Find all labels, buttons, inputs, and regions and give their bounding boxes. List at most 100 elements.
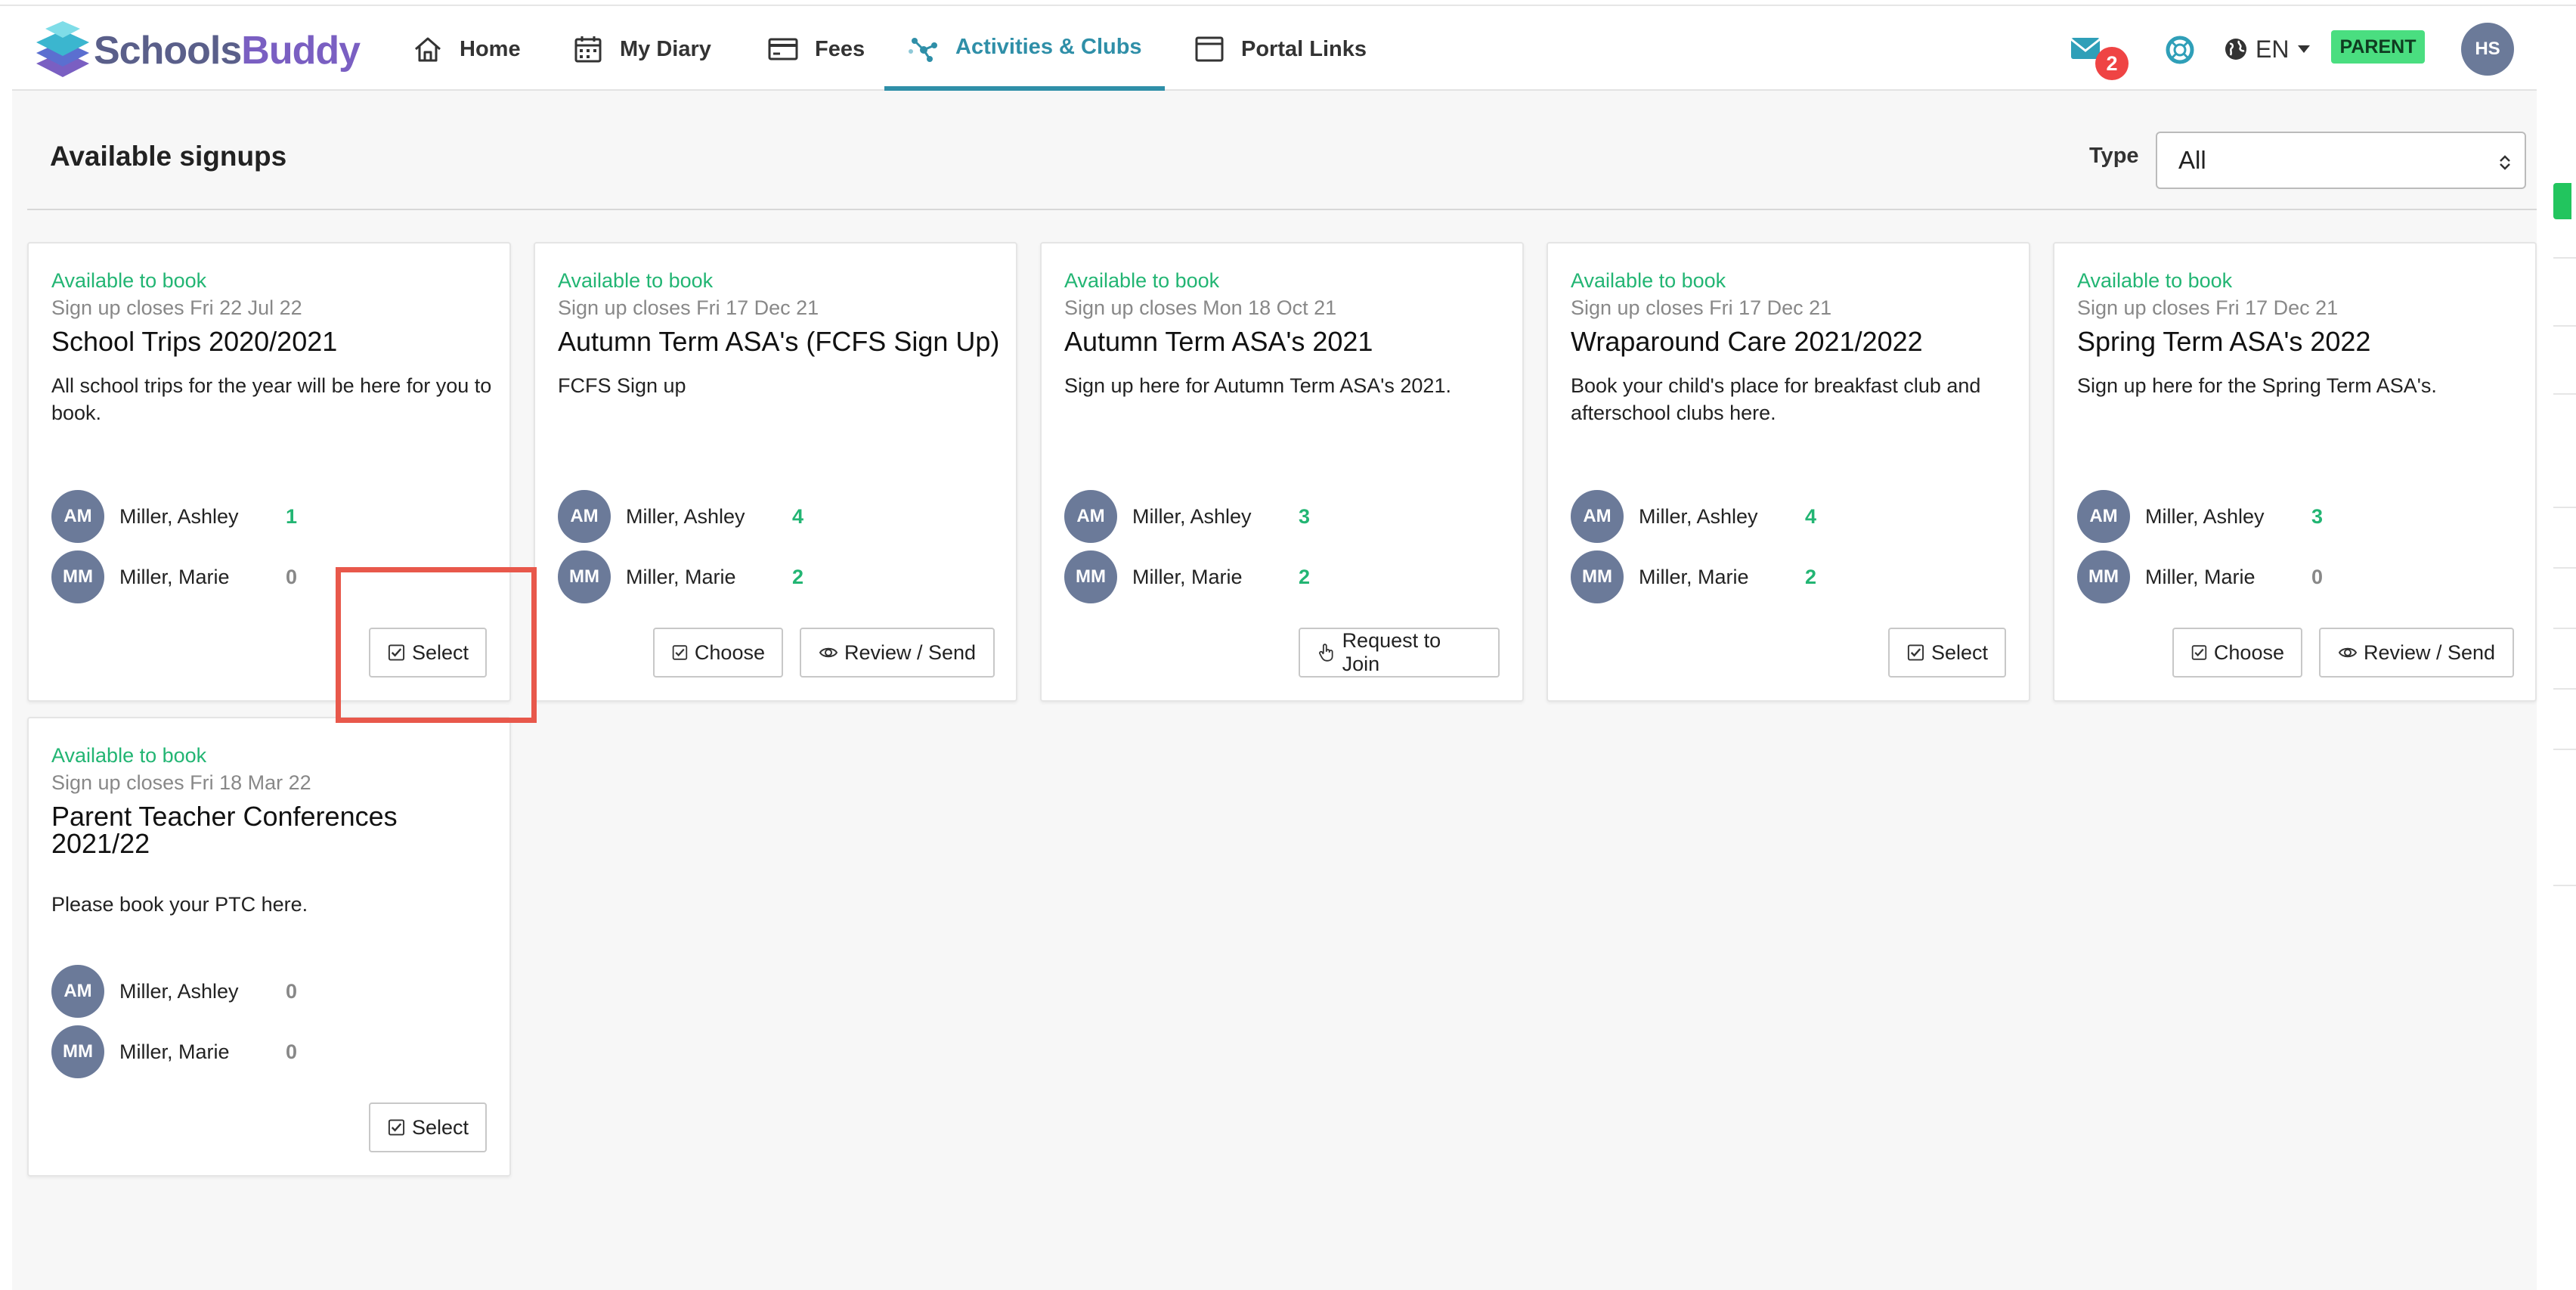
child-signup-count: 0 [286,979,298,1003]
child-avatar: AM [51,965,104,1018]
child-row: AM Miller, Ashley 0 [51,965,297,1018]
child-name: Miller, Marie [1132,565,1243,588]
child-signup-count: 0 [286,565,298,588]
top-navigation-bar: SchoolsBuddy Home My Diary Fees Activiti… [12,8,2537,91]
child-signup-count: 3 [1299,504,1311,528]
language-selector[interactable]: EN [2224,33,2311,65]
child-row: AM Miller, Ashley 1 [51,490,297,543]
caret-down-icon [2298,45,2311,53]
child-signup-count: 2 [1805,565,1817,588]
page-title: Available signups [50,141,287,172]
edge-divider [2553,507,2576,508]
checkbox-icon [388,1119,405,1136]
edge-divider [2553,393,2576,395]
choose-button[interactable]: Choose [653,628,783,678]
card-status: Available to book [558,269,714,292]
edge-divider [2553,257,2576,259]
child-signup-count: 0 [2311,565,2324,588]
child-avatar: MM [51,550,104,603]
edge-divider [2553,749,2576,750]
signup-card: Available to book Sign up closes Mon 18 … [1040,242,1524,702]
nav-activities-clubs-label: Activities & Clubs [955,34,1142,59]
section-divider [27,209,2537,210]
side-tab-handle[interactable] [2553,183,2571,219]
mail-count-badge: 2 [2095,47,2129,80]
child-name: Miller, Marie [626,565,736,588]
select-button-label: Select [411,1115,469,1139]
child-name: Miller, Marie [2145,565,2256,588]
child-row: MM Miller, Marie 0 [51,1025,297,1078]
page: SchoolsBuddy Home My Diary Fees Activiti… [0,0,2576,1290]
card-close-date: Sign up closes Fri 17 Dec 21 [558,296,819,319]
signup-card: Available to book Sign up closes Fri 17 … [2053,242,2537,702]
select-button[interactable]: Select [369,1102,487,1152]
nav-portal-links[interactable]: Portal Links [1193,8,1367,91]
child-row: MM Miller, Marie 0 [51,550,297,603]
hand-pointer-icon [1319,643,1333,662]
highlight-box [336,567,537,723]
child-avatar: AM [2077,490,2130,543]
edge-divider [2553,567,2576,569]
home-icon [415,37,441,62]
help-lifebuoy-icon[interactable] [2165,35,2195,65]
review-send-button[interactable]: Review / Send [800,628,995,678]
child-row: AM Miller, Ashley 3 [2077,490,2323,543]
schoolsbuddy-logo[interactable]: SchoolsBuddy [35,18,361,83]
nav-home-label: Home [460,36,521,61]
nav-fees[interactable]: Fees [766,8,865,91]
language-code: EN [2256,35,2290,63]
review-send-button-label: Review / Send [844,640,977,664]
card-close-date: Sign up closes Fri 22 Jul 22 [51,296,302,319]
child-signup-count: 3 [2311,504,2324,528]
eye-icon [2338,647,2358,658]
checkbox-icon [1907,644,1924,661]
nav-home[interactable]: Home [411,8,521,91]
child-avatar: AM [1064,490,1117,543]
nav-portal-links-label: Portal Links [1241,36,1367,61]
select-button[interactable]: Select [1888,628,2006,678]
nav-my-diary[interactable]: My Diary [571,8,711,91]
card-title: Autumn Term ASA's 2021 [1064,326,1373,357]
child-name: Miller, Ashley [626,504,745,528]
card-title: Wraparound Care 2021/2022 [1571,326,1923,357]
child-row: MM Miller, Marie 2 [1571,550,1816,603]
app-frame: SchoolsBuddy Home My Diary Fees Activiti… [12,8,2576,1290]
request-to-join-button-label: Request to Join [1342,629,1441,675]
child-row: AM Miller, Ashley 4 [1571,490,1816,543]
checkbox-icon [672,645,688,660]
card-close-date: Sign up closes Mon 18 Oct 21 [1064,296,1337,319]
child-row: MM Miller, Marie 0 [2077,550,2323,603]
nav-fees-label: Fees [815,36,865,61]
signup-card: Available to book Sign up closes Fri 17 … [1547,242,2030,702]
type-filter-select[interactable]: All [2156,132,2526,189]
child-signup-count: 2 [1299,565,1311,588]
logo-wordmark: SchoolsBuddy [94,29,361,73]
browser-window-icon [1195,36,1224,62]
child-avatar: MM [2077,550,2130,603]
checkbox-icon [2191,645,2207,660]
card-description: FCFS Sign up [558,374,686,397]
card-title: Spring Term ASA's 2022 [2077,326,2371,357]
card-close-date: Sign up closes Fri 17 Dec 21 [2077,296,2339,319]
card-status: Available to book [1571,269,1726,292]
child-avatar: AM [1571,490,1624,543]
review-send-button[interactable]: Review / Send [2319,628,2514,678]
role-badge: PARENT [2331,30,2425,64]
globe-icon [2225,39,2246,60]
child-name: Miller, Marie [1639,565,1749,588]
card-description: Sign up here for the Spring Term ASA's. [2077,374,2437,397]
signup-card: Available to book Sign up closes Fri 17 … [534,242,1017,702]
card-status: Available to book [51,269,207,292]
child-signup-count: 4 [792,504,804,528]
card-title: School Trips 2020/2021 [51,326,338,357]
card-description: Sign up here for Autumn Term ASA's 2021. [1064,374,1451,397]
child-avatar: AM [558,490,611,543]
activities-icon [909,38,937,62]
child-avatar: MM [51,1025,104,1078]
choose-button[interactable]: Choose [2172,628,2302,678]
nav-activities-clubs[interactable]: Activities & Clubs [884,8,1165,91]
request-to-join-button[interactable]: Request to Join [1299,628,1500,678]
child-row: AM Miller, Ashley 3 [1064,490,1310,543]
user-avatar[interactable]: HS [2461,23,2514,76]
child-name: Miller, Ashley [1639,504,1758,528]
